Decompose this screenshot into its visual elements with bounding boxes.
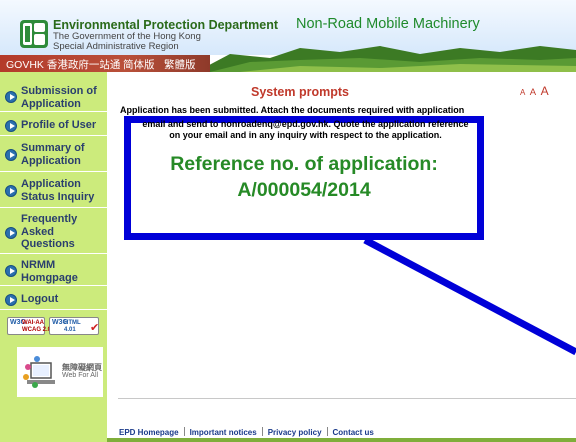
font-size-medium-button[interactable]: A: [530, 87, 536, 98]
w3c-html-badge[interactable]: W3C HTML 4.01 ✔: [49, 317, 99, 335]
traditional-chinese-link[interactable]: 繁體版: [164, 57, 196, 72]
footer-link-epd-homepage[interactable]: EPD Homepage: [119, 428, 179, 437]
footer-link-contact-us[interactable]: Contact us: [333, 428, 374, 437]
department-name[interactable]: Environmental Protection Department: [53, 18, 278, 32]
site-title: Non-Road Mobile Machinery: [296, 16, 480, 32]
epd-logo-icon[interactable]: [20, 20, 48, 48]
reference-number: A/000054/2014: [237, 179, 371, 201]
arrow-bullet-icon: [5, 120, 17, 132]
govhk-link[interactable]: GOVHK 香港政府一站通: [6, 57, 120, 72]
sidebar-item-label: Frequently Asked Questions: [21, 213, 78, 250]
sidebar-item-label: Profile of User: [21, 119, 97, 131]
computer-icon: [23, 356, 55, 388]
checkmark-icon: ✔: [90, 321, 100, 334]
badge-text: HTML: [64, 320, 81, 326]
system-prompts-title: System prompts: [251, 85, 349, 99]
font-size-small-button[interactable]: A: [520, 88, 525, 97]
footer-divider: [118, 398, 576, 399]
arrow-bullet-icon: [5, 265, 17, 277]
arrow-bullet-icon: [5, 294, 17, 306]
sidebar-item-label: Summary of Application: [21, 142, 85, 167]
sidebar-item-label: NRMM Homgpage: [21, 259, 78, 284]
web-for-all-label: Web For All: [62, 372, 99, 379]
footer-separator: [261, 427, 263, 436]
arrow-bullet-icon: [5, 227, 17, 239]
web-for-all-badge[interactable]: 無障礙網頁 Web For All: [17, 347, 103, 397]
font-size-controls: A A A: [520, 82, 549, 100]
sidebar-item-faq[interactable]: Frequently Asked Questions: [0, 210, 107, 254]
arrow-bullet-icon: [5, 185, 17, 197]
badge-text: WCAG 2.0: [22, 327, 52, 333]
footer-separator: [326, 427, 328, 436]
reference-highlight-box: email and send to nonroadenq@epd.gov.hk.…: [124, 116, 484, 240]
site-header: Environmental Protection Department The …: [0, 0, 576, 72]
footer-separator: [183, 427, 185, 436]
footer-link-privacy-policy[interactable]: Privacy policy: [268, 428, 322, 437]
sidebar-item-label: Application Status Inquiry: [21, 178, 95, 203]
sidebar-nav: Submission of Application Profile of Use…: [0, 72, 107, 442]
reference-label: Reference no. of application:: [170, 153, 438, 175]
sidebar-item-label: Logout: [21, 293, 59, 305]
submission-message: email and send to nonroadenq@epd.gov.hk.…: [142, 119, 469, 129]
footer-links: EPD Homepage Important notices Privacy pol…: [119, 427, 374, 437]
sidebar-item-summary[interactable]: Summary of Application: [0, 138, 107, 172]
sidebar-item-nrmm-homepage[interactable]: NRMM Homgpage: [0, 256, 107, 286]
department-subtitle: Special Administrative Region: [53, 41, 179, 52]
submission-message: Application has been submitted. Attach t…: [120, 105, 465, 115]
footer-bar: [107, 438, 576, 442]
submission-message: on your email and in any inquiry with re…: [169, 130, 442, 140]
language-bar: GOVHK 香港政府一站通 简体版 繁體版: [0, 55, 210, 72]
simplified-chinese-link[interactable]: 简体版: [123, 57, 155, 72]
sidebar-item-logout[interactable]: Logout: [0, 288, 107, 310]
arrow-bullet-icon: [5, 91, 17, 103]
sidebar-item-label: Submission of Application: [21, 85, 97, 110]
font-size-large-button[interactable]: A: [541, 84, 549, 98]
arrow-bullet-icon: [5, 149, 17, 161]
sidebar-item-status-inquiry[interactable]: Application Status Inquiry: [0, 174, 107, 208]
sidebar-item-submission[interactable]: Submission of Application: [0, 82, 107, 112]
footer-link-important-notices[interactable]: Important notices: [190, 428, 257, 437]
sidebar-item-profile[interactable]: Profile of User: [0, 114, 107, 136]
badge-text: WAI-AA: [22, 320, 44, 326]
badge-text: 4.01: [64, 327, 76, 333]
w3c-wai-aa-badge[interactable]: W3C WAI-AA WCAG 2.0: [7, 317, 51, 335]
